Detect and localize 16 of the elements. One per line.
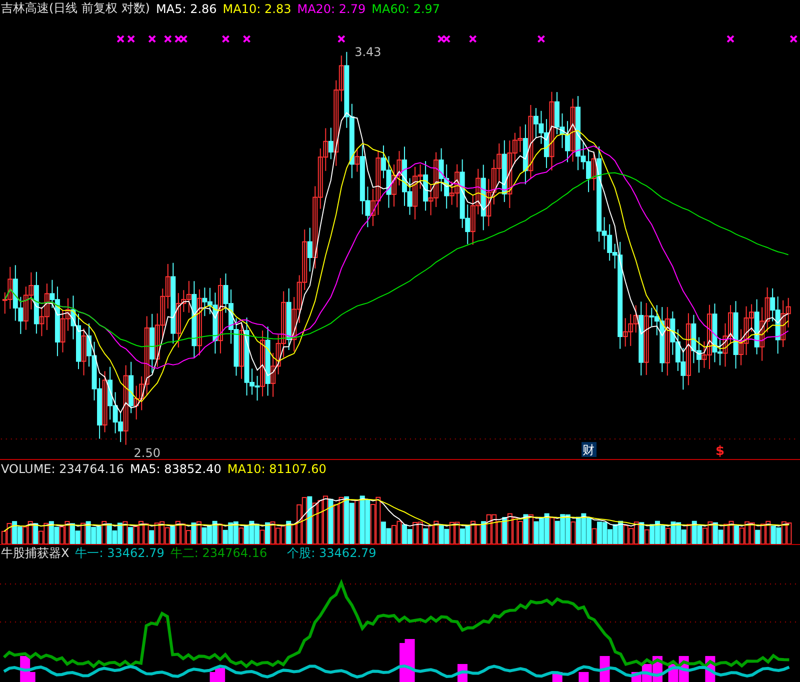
indicator-reading: 牛二: 234764.16 <box>170 545 268 562</box>
ma-reading: MA5: 2.86 <box>156 2 217 16</box>
indicator-reading: 个股: 33462.79 <box>287 545 376 562</box>
low-price-label: 2.50 <box>134 446 160 459</box>
ma-reading: MA5: 83852.40 <box>130 462 222 476</box>
volume-reading: VOLUME: 234764.16 <box>1 462 124 476</box>
indicator-reading: 牛一: 33462.79 <box>75 545 164 562</box>
ma-reading: MA60: 2.97 <box>372 2 440 16</box>
stock-title: 吉林高速(日线 前复权 对数) <box>1 0 150 17</box>
indicator-name: 牛股捕获器X <box>1 545 70 562</box>
ma-reading: MA10: 2.83 <box>222 2 292 16</box>
ma-reading: MA20: 2.79 <box>297 2 366 16</box>
ma-reading: MA10: 81107.60 <box>227 462 326 476</box>
finance-marker[interactable]: 财 <box>582 442 597 457</box>
high-price-label: 3.43 <box>354 44 382 59</box>
dividend-marker[interactable]: $ <box>715 444 724 459</box>
